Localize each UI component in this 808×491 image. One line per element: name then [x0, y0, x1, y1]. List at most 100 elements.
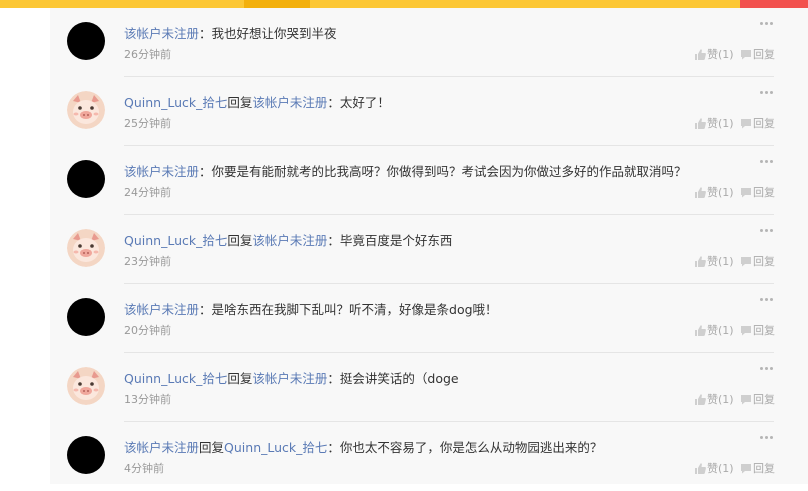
username-link[interactable]: Quinn_Luck_拾七 — [224, 440, 327, 455]
reply-button[interactable]: 回复 — [740, 391, 775, 407]
username-link[interactable]: Quinn_Luck_拾七 — [124, 95, 227, 110]
avatar-black[interactable] — [67, 160, 105, 198]
top-color-bar — [0, 0, 808, 8]
comment-text: 回复 — [227, 371, 253, 386]
like-count: 赞(1) — [707, 48, 734, 61]
speech-bubble-icon — [740, 117, 753, 130]
comment-item: Quinn_Luck_拾七回复该帐户未注册：毕竟百度是个好东西 23分钟前 赞(… — [50, 215, 808, 284]
thumbs-up-icon — [694, 393, 707, 406]
username-link[interactable]: 该帐户未注册 — [252, 233, 327, 248]
comment-item: Quinn_Luck_拾七回复该帐户未注册：挺会讲笑话的（doge 13分钟前 … — [50, 353, 808, 422]
avatar-black[interactable] — [67, 22, 105, 60]
like-button[interactable]: 赞(1) — [694, 322, 734, 338]
thumbs-up-icon — [694, 255, 707, 268]
thumbs-up-icon — [694, 48, 707, 61]
comment-line: 该帐户未注册回复Quinn_Luck_拾七：你也太不容易了，你是怎么从动物园逃出… — [124, 437, 602, 456]
username-link[interactable]: 该帐户未注册 — [124, 26, 199, 41]
reply-label: 回复 — [753, 186, 775, 199]
username-link[interactable]: 该帐户未注册 — [124, 164, 199, 179]
comment-item: Quinn_Luck_拾七回复该帐户未注册：太好了！ 25分钟前 赞(1) 回复 — [50, 77, 808, 146]
username-link[interactable]: Quinn_Luck_拾七 — [124, 233, 227, 248]
comment-text: 回复 — [227, 233, 253, 248]
more-dots-icon — [770, 298, 773, 301]
more-button[interactable] — [760, 228, 774, 234]
speech-bubble-icon — [740, 48, 753, 61]
comment-item: 该帐户未注册回复 Quinn_Luck_拾七：你也太不容易了，你是怎么从动物园逃出… — [50, 422, 808, 491]
comment-time: 24分钟前 — [124, 186, 171, 199]
more-dots-icon — [770, 436, 773, 439]
avatar-pig[interactable] — [67, 91, 105, 129]
avatar-black[interactable] — [67, 298, 105, 336]
reply-label: 回复 — [753, 117, 775, 130]
more-dots-icon — [765, 436, 768, 439]
more-dots-icon — [765, 229, 768, 232]
thumbs-up-icon — [694, 117, 707, 130]
comment-text: 回复 — [227, 95, 253, 110]
comment-text: ：挺会讲笑话的（doge — [327, 371, 459, 386]
like-button[interactable]: 赞(1) — [694, 253, 734, 269]
username-link[interactable]: 该帐户未注册 — [252, 371, 327, 386]
reply-label: 回复 — [753, 393, 775, 406]
thumbs-up-icon — [694, 186, 707, 199]
like-count: 赞(1) — [707, 255, 734, 268]
username-link[interactable]: Quinn_Luck_拾七 — [124, 371, 227, 386]
more-dots-icon — [765, 298, 768, 301]
reply-button[interactable]: 回复 — [740, 253, 775, 269]
more-dots-icon — [760, 22, 763, 25]
comment-text: ：我也好想让你哭到半夜 — [199, 26, 337, 41]
more-dots-icon — [760, 229, 763, 232]
speech-bubble-icon — [740, 462, 753, 475]
more-dots-icon — [770, 91, 773, 94]
like-button[interactable]: 赞(1) — [694, 46, 734, 62]
username-link[interactable]: 该帐户未注册 — [252, 95, 327, 110]
reply-button[interactable]: 回复 — [740, 115, 775, 131]
comment-text: ：太好了！ — [327, 95, 390, 110]
username-link[interactable]: 该帐户未注册 — [124, 302, 199, 317]
username-link[interactable]: 该帐户未注册 — [124, 440, 199, 455]
comment-line: Quinn_Luck_拾七回复该帐户未注册：太好了！ — [124, 92, 390, 111]
more-dots-icon — [765, 367, 768, 370]
comment-line: Quinn_Luck_拾七回复该帐户未注册：毕竟百度是个好东西 — [124, 230, 452, 249]
more-dots-icon — [760, 91, 763, 94]
comment-time: 26分钟前 — [124, 48, 171, 61]
reply-button[interactable]: 回复 — [740, 460, 775, 476]
like-count: 赞(1) — [707, 462, 734, 475]
like-count: 赞(1) — [707, 393, 734, 406]
thumbs-up-icon — [694, 462, 707, 475]
more-button[interactable] — [760, 366, 774, 372]
reply-button[interactable]: 回复 — [740, 322, 775, 338]
avatar-pig[interactable] — [67, 367, 105, 405]
like-button[interactable]: 赞(1) — [694, 184, 734, 200]
more-dots-icon — [760, 367, 763, 370]
more-button[interactable] — [760, 435, 774, 441]
like-button[interactable]: 赞(1) — [694, 391, 734, 407]
top-bar-dark-segment — [244, 0, 310, 8]
like-count: 赞(1) — [707, 117, 734, 130]
comment-text: ：你也太不容易了，你是怎么从动物园逃出来的？ — [327, 440, 603, 455]
more-button[interactable] — [760, 159, 774, 165]
reply-button[interactable]: 回复 — [740, 184, 775, 200]
avatar-black[interactable] — [67, 436, 105, 474]
top-bar-red-segment — [740, 0, 808, 8]
reply-button[interactable]: 回复 — [740, 46, 775, 62]
like-button[interactable]: 赞(1) — [694, 115, 734, 131]
speech-bubble-icon — [740, 186, 753, 199]
more-button[interactable] — [760, 21, 774, 27]
avatar-pig[interactable] — [67, 229, 105, 267]
reply-label: 回复 — [753, 324, 775, 337]
comment-item: 该帐户未注册：我也好想让你哭到半夜 26分钟前 赞(1) 回复 — [50, 8, 808, 77]
more-dots-icon — [760, 298, 763, 301]
comment-time: 23分钟前 — [124, 255, 171, 268]
more-button[interactable] — [760, 90, 774, 96]
more-dots-icon — [765, 160, 768, 163]
more-dots-icon — [770, 367, 773, 370]
comment-line: 该帐户未注册：是啥东西在我脚下乱叫？听不清，好像是条dog哦！ — [124, 299, 498, 318]
more-button[interactable] — [760, 297, 774, 303]
comment-time: 4分钟前 — [124, 462, 164, 475]
comment-line: Quinn_Luck_拾七回复该帐户未注册：挺会讲笑话的（doge — [124, 368, 459, 387]
speech-bubble-icon — [740, 324, 753, 337]
more-dots-icon — [765, 91, 768, 94]
comment-list: 该帐户未注册：我也好想让你哭到半夜 26分钟前 赞(1) 回复 Quinn_Lu… — [50, 8, 808, 484]
more-dots-icon — [765, 22, 768, 25]
like-button[interactable]: 赞(1) — [694, 460, 734, 476]
